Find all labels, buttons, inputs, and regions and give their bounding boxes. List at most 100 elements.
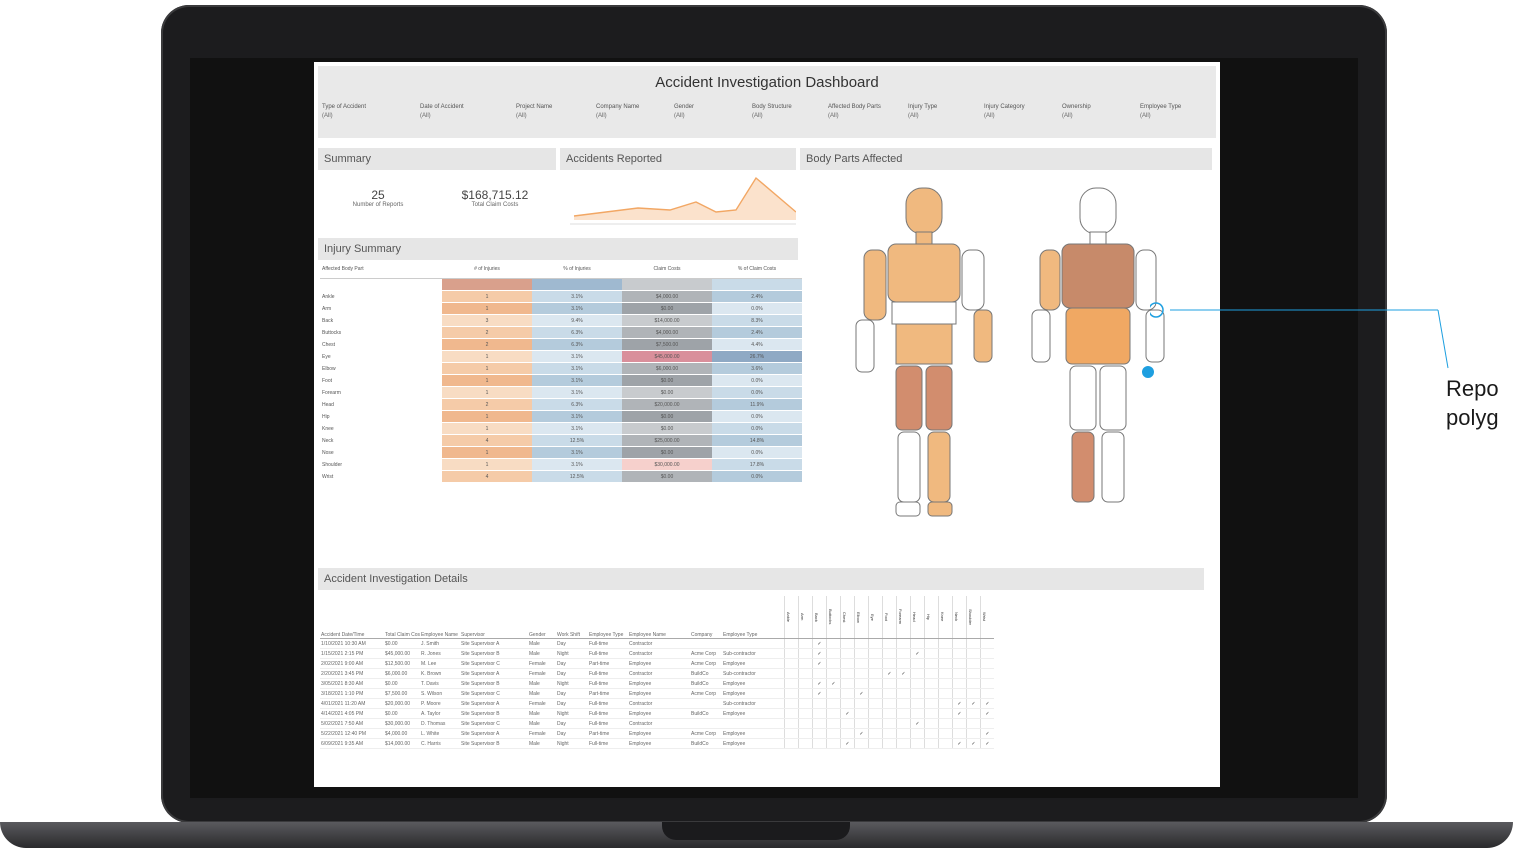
body-part-check-header[interactable]: Hip — [924, 596, 939, 639]
body-part-check-header[interactable]: Arm — [798, 596, 813, 639]
body-part-check-header[interactable]: Wrist — [980, 596, 994, 639]
injury-row[interactable] — [320, 278, 802, 291]
filter-value[interactable]: (All) — [828, 113, 908, 119]
filter-value[interactable]: (All) — [752, 113, 832, 119]
injury-cell-pc: 14.8% — [712, 434, 802, 447]
body-part-check — [868, 698, 883, 709]
injury-col-header[interactable]: Affected Body Part — [320, 260, 442, 279]
details-cell: Site Supervisor A — [460, 668, 528, 679]
body-part-check — [854, 738, 869, 749]
details-col-header[interactable]: Gender — [528, 596, 556, 639]
filter-value[interactable]: (All) — [1062, 113, 1142, 119]
filter-2[interactable]: Project Name (All) — [516, 104, 596, 119]
injury-col-header[interactable]: Claim Costs — [622, 260, 712, 279]
injury-row[interactable]: Nose 1 3.1% $0.00 0.0% — [320, 446, 802, 459]
injury-col-header[interactable]: % of Injuries — [532, 260, 622, 279]
filter-6[interactable]: Affected Body Parts (All) — [828, 104, 908, 119]
body-part-check-header[interactable]: Forearm — [896, 596, 911, 639]
details-col-header[interactable]: Employee Name — [420, 596, 460, 639]
body-part-check-header[interactable]: Foot — [882, 596, 897, 639]
body-part-check — [798, 698, 813, 709]
filter-4[interactable]: Gender (All) — [674, 104, 754, 119]
injury-cell-pct: 3.1% — [532, 290, 622, 303]
body-part-check-header[interactable]: Chest — [840, 596, 855, 639]
details-row[interactable]: 2/20/2021 3:45 PM $6,000.00 K. Brown Site S… — [320, 668, 994, 679]
injury-row[interactable]: Shoulder 1 3.1% $30,000.00 17.8% — [320, 458, 802, 471]
filter-value[interactable]: (All) — [516, 113, 596, 119]
body-part-check-header[interactable]: Buttocks — [826, 596, 841, 639]
injury-row[interactable]: Eye 1 3.1% $45,000.00 26.7% — [320, 350, 802, 363]
body-part-check-header[interactable]: Knee — [938, 596, 953, 639]
details-col-header[interactable]: Work Shift — [556, 596, 588, 639]
details-col-header[interactable]: Supervisor — [460, 596, 528, 639]
filter-label: Project Name — [516, 104, 553, 110]
injury-row[interactable]: Chest 2 6.3% $7,500.00 4.4% — [320, 338, 802, 351]
body-part-check: ✓ — [910, 718, 925, 729]
filter-1[interactable]: Date of Accident (All) — [420, 104, 500, 119]
filter-value[interactable]: (All) — [674, 113, 754, 119]
details-cell: Full-time — [588, 678, 628, 689]
injury-row[interactable]: Hip 1 3.1% $0.00 0.0% — [320, 410, 802, 423]
filter-value[interactable]: (All) — [908, 113, 988, 119]
injury-row[interactable]: Wrist 4 12.5% $0.00 0.0% — [320, 470, 802, 483]
filter-10[interactable]: Employee Type (All) — [1140, 104, 1220, 119]
details-row[interactable]: 5/02/2021 7:50 AM $30,000.00 D. Thomas Site… — [320, 718, 994, 729]
injury-col-header[interactable]: % of Claim Costs — [712, 260, 802, 279]
details-row[interactable]: 4/01/2021 11:20 AM $20,000.00 P. Moore Site… — [320, 698, 994, 709]
details-row[interactable]: 5/22/2021 12:40 PM $4,000.00 L. White Site … — [320, 728, 994, 739]
body-part-check-header[interactable]: Head — [910, 596, 925, 639]
filter-8[interactable]: Injury Category (All) — [984, 104, 1064, 119]
details-col-header[interactable]: Employee Name — [628, 596, 690, 639]
details-row[interactable]: 2/02/2021 9:00 AM $12,500.00 M. Lee Site Su… — [320, 658, 994, 669]
filter-3[interactable]: Company Name (All) — [596, 104, 676, 119]
body-part-check-header[interactable]: Neck — [952, 596, 967, 639]
details-row[interactable]: 1/10/2021 10:30 AM $0.00 J. Smith Site Supe… — [320, 638, 994, 649]
details-col-header[interactable]: Employee Type — [588, 596, 628, 639]
back-right-calf — [1101, 431, 1125, 503]
injury-row[interactable]: Forearm 1 3.1% $0.00 0.0% — [320, 386, 802, 399]
details-row[interactable]: 4/14/2021 4:05 PM $0.00 A. Taylor Site Supe… — [320, 708, 994, 719]
injury-row[interactable]: Neck 4 12.5% $25,000.00 14.8% — [320, 434, 802, 447]
details-row[interactable]: 6/09/2021 9:35 AM $14,000.00 C. Harris Site… — [320, 738, 994, 749]
body-part-check: ✓ — [812, 658, 827, 669]
body-part-check-header[interactable]: Ankle — [784, 596, 799, 639]
filter-7[interactable]: Injury Type (All) — [908, 104, 988, 119]
details-cell: Contractor — [628, 648, 690, 659]
injury-row[interactable]: Head 2 6.3% $20,000.00 11.9% — [320, 398, 802, 411]
details-row[interactable]: 3/18/2021 1:10 PM $7,500.00 S. Wilson Site … — [320, 688, 994, 699]
details-col-header[interactable]: Employee Type — [722, 596, 785, 639]
details-row[interactable]: 3/05/2021 8:30 AM $0.00 T. Davis Site Super… — [320, 678, 994, 689]
filter-value[interactable]: (All) — [420, 113, 500, 119]
front-left-forearm — [855, 319, 875, 373]
body-part-check: ✓ — [882, 668, 897, 679]
injury-row[interactable]: Ankle 1 3.1% $4,000.00 2.4% — [320, 290, 802, 303]
injury-col-header[interactable]: # of Injuries — [442, 260, 532, 279]
details-row[interactable]: 1/15/2021 2:15 PM $45,000.00 R. Jones Site … — [320, 648, 994, 659]
details-col-header[interactable]: Total Claim Costs — [384, 596, 420, 639]
injury-row[interactable]: Elbow 1 3.1% $6,000.00 3.6% — [320, 362, 802, 375]
body-part-check-header[interactable]: Shoulder — [966, 596, 981, 639]
injury-cell-pc: 8.3% — [712, 314, 802, 327]
details-cell: $12,500.00 — [384, 658, 420, 669]
injury-row[interactable]: Back 3 9.4% $14,000.00 8.3% — [320, 314, 802, 327]
injury-cell-pct: 3.1% — [532, 302, 622, 315]
details-cell: Male — [528, 708, 556, 719]
filter-0[interactable]: Type of Accident (All) — [322, 104, 402, 119]
injury-row[interactable]: Buttocks 2 6.3% $4,000.00 2.4% — [320, 326, 802, 339]
filter-5[interactable]: Body Structure (All) — [752, 104, 832, 119]
body-part-check-header[interactable]: Back — [812, 596, 827, 639]
details-cell: $6,000.00 — [384, 668, 420, 679]
details-col-header[interactable]: Company — [690, 596, 722, 639]
details-col-header[interactable]: Accident Date/Time — [320, 596, 384, 639]
body-part-check-header[interactable]: Eye — [868, 596, 883, 639]
filter-label: Date of Accident — [420, 104, 464, 110]
filter-value[interactable]: (All) — [596, 113, 676, 119]
filter-value[interactable]: (All) — [322, 113, 402, 119]
injury-row[interactable]: Arm 1 3.1% $0.00 0.0% — [320, 302, 802, 315]
filter-value[interactable]: (All) — [984, 113, 1064, 119]
body-part-check-header[interactable]: Elbow — [854, 596, 869, 639]
injury-row[interactable]: Foot 1 3.1% $0.00 0.0% — [320, 374, 802, 387]
filter-9[interactable]: Ownership (All) — [1062, 104, 1142, 119]
injury-row[interactable]: Knee 1 3.1% $0.00 0.0% — [320, 422, 802, 435]
filter-value[interactable]: (All) — [1140, 113, 1220, 119]
